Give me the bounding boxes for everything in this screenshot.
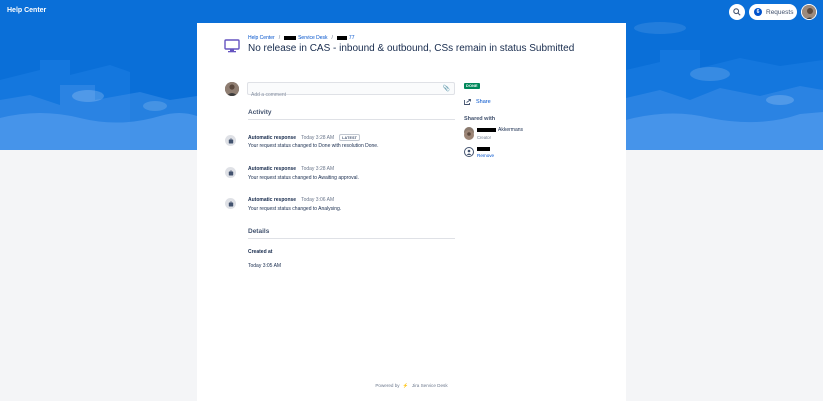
automation-icon (225, 135, 236, 146)
automation-icon (225, 167, 236, 178)
breadcrumb-separator: / (331, 35, 333, 41)
powered-by-text: Powered by (375, 383, 400, 388)
requests-label: Requests (766, 8, 794, 16)
commenter-avatar (225, 82, 239, 96)
user-photo-icon (225, 82, 239, 96)
comment-input[interactable] (248, 89, 438, 101)
latest-badge: LATEST (339, 134, 361, 141)
user-photo-icon (464, 130, 474, 140)
lightning-bolt-icon: ⚡ (402, 383, 409, 388)
robot-icon (228, 200, 233, 206)
divider (248, 238, 455, 239)
attachment-icon[interactable]: 📎 (443, 85, 450, 92)
activity-author: Automatic response (248, 197, 297, 203)
help-center-link[interactable]: Help Center (7, 7, 46, 14)
comment-field[interactable]: 📎 (247, 82, 455, 101)
activity-time: Today 3:28 AM (301, 134, 335, 141)
status-badge: DONE (464, 83, 480, 89)
robot-icon (228, 137, 233, 143)
breadcrumb: Help Center / Service Desk / 77 (248, 35, 354, 41)
activity-author: Automatic response (248, 166, 297, 172)
participant-name (477, 147, 494, 151)
activity-header: Automatic response Today 3:28 AM LATEST (248, 134, 361, 141)
participant-avatar (464, 147, 474, 157)
activity-time: Today 3:06 AM (301, 197, 335, 203)
shared-with-heading: Shared with (464, 116, 496, 122)
page-title: No release in CAS - inbound & outbound, … (248, 43, 575, 54)
activity-text: Your request status changed to Awaiting … (248, 175, 359, 181)
breadcrumb-separator: / (278, 35, 281, 41)
share-button[interactable]: Share (464, 99, 491, 105)
participant-creator: Akkermans Creator (464, 127, 523, 140)
breadcrumb-project[interactable]: Service Desk (298, 35, 327, 41)
top-navigation-bar: Help Center 6 Requests (0, 0, 823, 24)
breadcrumb-help-center[interactable]: Help Center (248, 35, 275, 41)
user-avatar[interactable] (801, 4, 817, 20)
activity-text: Your request status changed to Analysing… (248, 206, 342, 212)
requests-button[interactable]: 6 Requests (749, 4, 797, 20)
computer-monitor-icon (224, 39, 240, 53)
creator-role: Creator (477, 135, 491, 140)
share-label: Share (476, 99, 491, 105)
details-heading: Details (248, 228, 270, 235)
redacted-text (477, 147, 490, 151)
activity-heading: Activity (248, 109, 272, 116)
participant-info: Akkermans Creator (477, 127, 523, 140)
created-at-value: Today 3:05 AM (248, 263, 282, 269)
participant-shared: Remove (464, 147, 494, 158)
breadcrumb-issue[interactable]: 77 (349, 35, 355, 41)
automation-icon (225, 198, 236, 209)
creator-name: Akkermans (498, 127, 524, 133)
share-icon (464, 99, 471, 105)
remove-participant-link[interactable]: Remove (477, 153, 494, 158)
robot-icon (228, 169, 233, 175)
activity-time: Today 3:28 AM (301, 166, 335, 172)
redacted-text (336, 36, 347, 40)
activity-author: Automatic response (248, 134, 297, 141)
activity-header: Automatic response Today 3:28 AM (248, 166, 334, 172)
divider (248, 119, 455, 120)
request-card: Help Center / Service Desk / 77 No relea… (197, 23, 626, 401)
redacted-text (284, 36, 297, 40)
product-name-link[interactable]: Jira Service Desk (412, 383, 448, 388)
person-icon (466, 149, 472, 155)
participant-info: Remove (477, 147, 494, 158)
redacted-text (477, 128, 496, 132)
created-at-label: Created at (248, 249, 273, 255)
search-icon (733, 8, 741, 16)
participant-avatar (464, 127, 474, 140)
search-button[interactable] (729, 4, 745, 20)
activity-text: Your request status changed to Done with… (248, 143, 379, 149)
activity-header: Automatic response Today 3:06 AM (248, 197, 334, 203)
user-photo-icon (802, 5, 816, 19)
participant-name: Akkermans (477, 127, 523, 133)
powered-by-footer: Powered by ⚡ Jira Service Desk (197, 383, 626, 389)
requests-count-badge: 6 (754, 8, 762, 16)
